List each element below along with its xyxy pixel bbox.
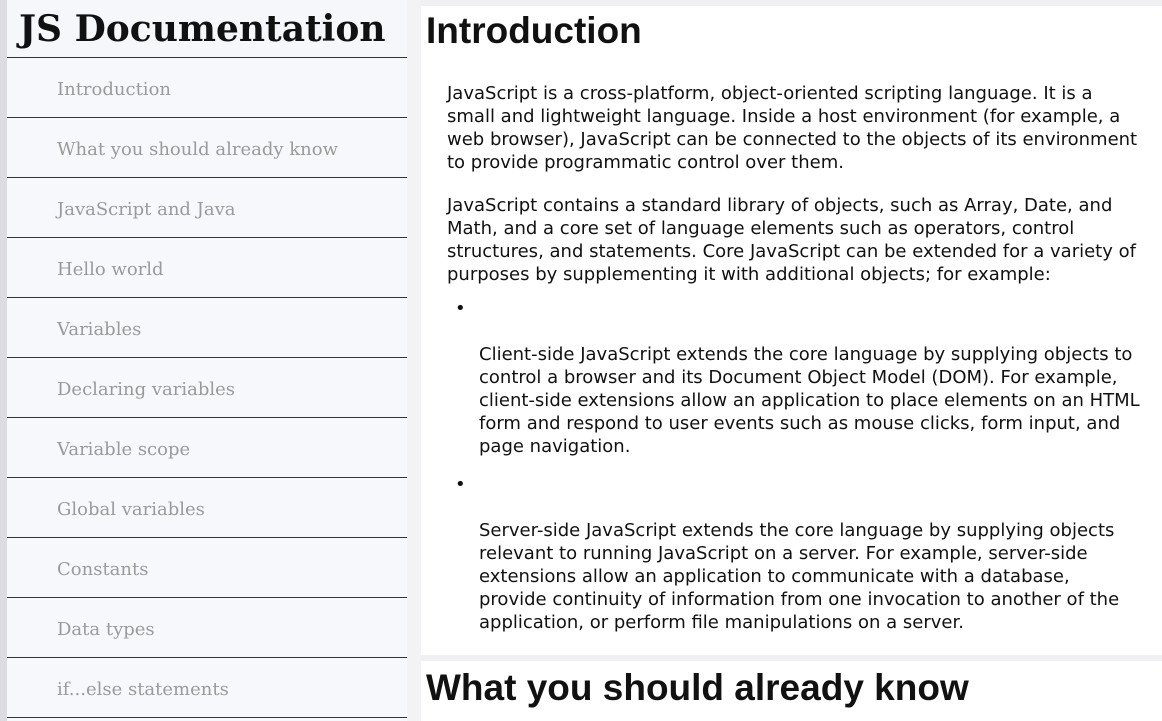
sidebar-header: JS Documentation (7, 0, 407, 58)
bullet-icon: • (455, 474, 466, 495)
nav-link-variables[interactable]: Variables (7, 298, 407, 358)
nav-link-introduction[interactable]: Introduction (7, 58, 407, 118)
section-what-you-should-already-know: What you should already know (421, 661, 1162, 721)
paragraph: JavaScript is a cross-platform, object-o… (447, 83, 1138, 173)
nav-link-declaring-variables[interactable]: Declaring variables (7, 358, 407, 418)
main-doc[interactable]: Introduction JavaScript is a cross-platf… (421, 0, 1162, 721)
bullet-icon: • (455, 298, 466, 319)
sidebar-title: JS Documentation (19, 8, 386, 50)
section-heading: What you should already know (426, 667, 969, 708)
nav-link-global-variables[interactable]: Global variables (7, 478, 407, 538)
nav-link-hello-world[interactable]: Hello world (7, 238, 407, 298)
bullet-list: • Client-side JavaScript extends the cor… (421, 298, 1162, 634)
section-heading: Introduction (426, 10, 642, 51)
nav-link-constants[interactable]: Constants (7, 538, 407, 598)
window-edge (0, 0, 7, 721)
nav-link-javascript-and-java[interactable]: JavaScript and Java (7, 178, 407, 238)
list-item: • Server-side JavaScript extends the cor… (455, 474, 1142, 634)
section-introduction: Introduction JavaScript is a cross-platf… (421, 6, 1162, 655)
column-gutter (407, 0, 421, 721)
list-item-text: Server-side JavaScript extends the core … (479, 520, 1120, 633)
list-item-text: Client-side JavaScript extends the core … (479, 344, 1140, 457)
paragraph: JavaScript contains a standard library o… (447, 195, 1136, 285)
nav-link-variable-scope[interactable]: Variable scope (7, 418, 407, 478)
sidebar-nav: JS Documentation Introduction What you s… (7, 0, 407, 721)
nav-link-what-you-should-already-know[interactable]: What you should already know (7, 118, 407, 178)
nav-link-data-types[interactable]: Data types (7, 598, 407, 658)
list-item: • Client-side JavaScript extends the cor… (455, 298, 1142, 458)
nav-link-if-else-statements[interactable]: if...else statements (7, 658, 407, 718)
